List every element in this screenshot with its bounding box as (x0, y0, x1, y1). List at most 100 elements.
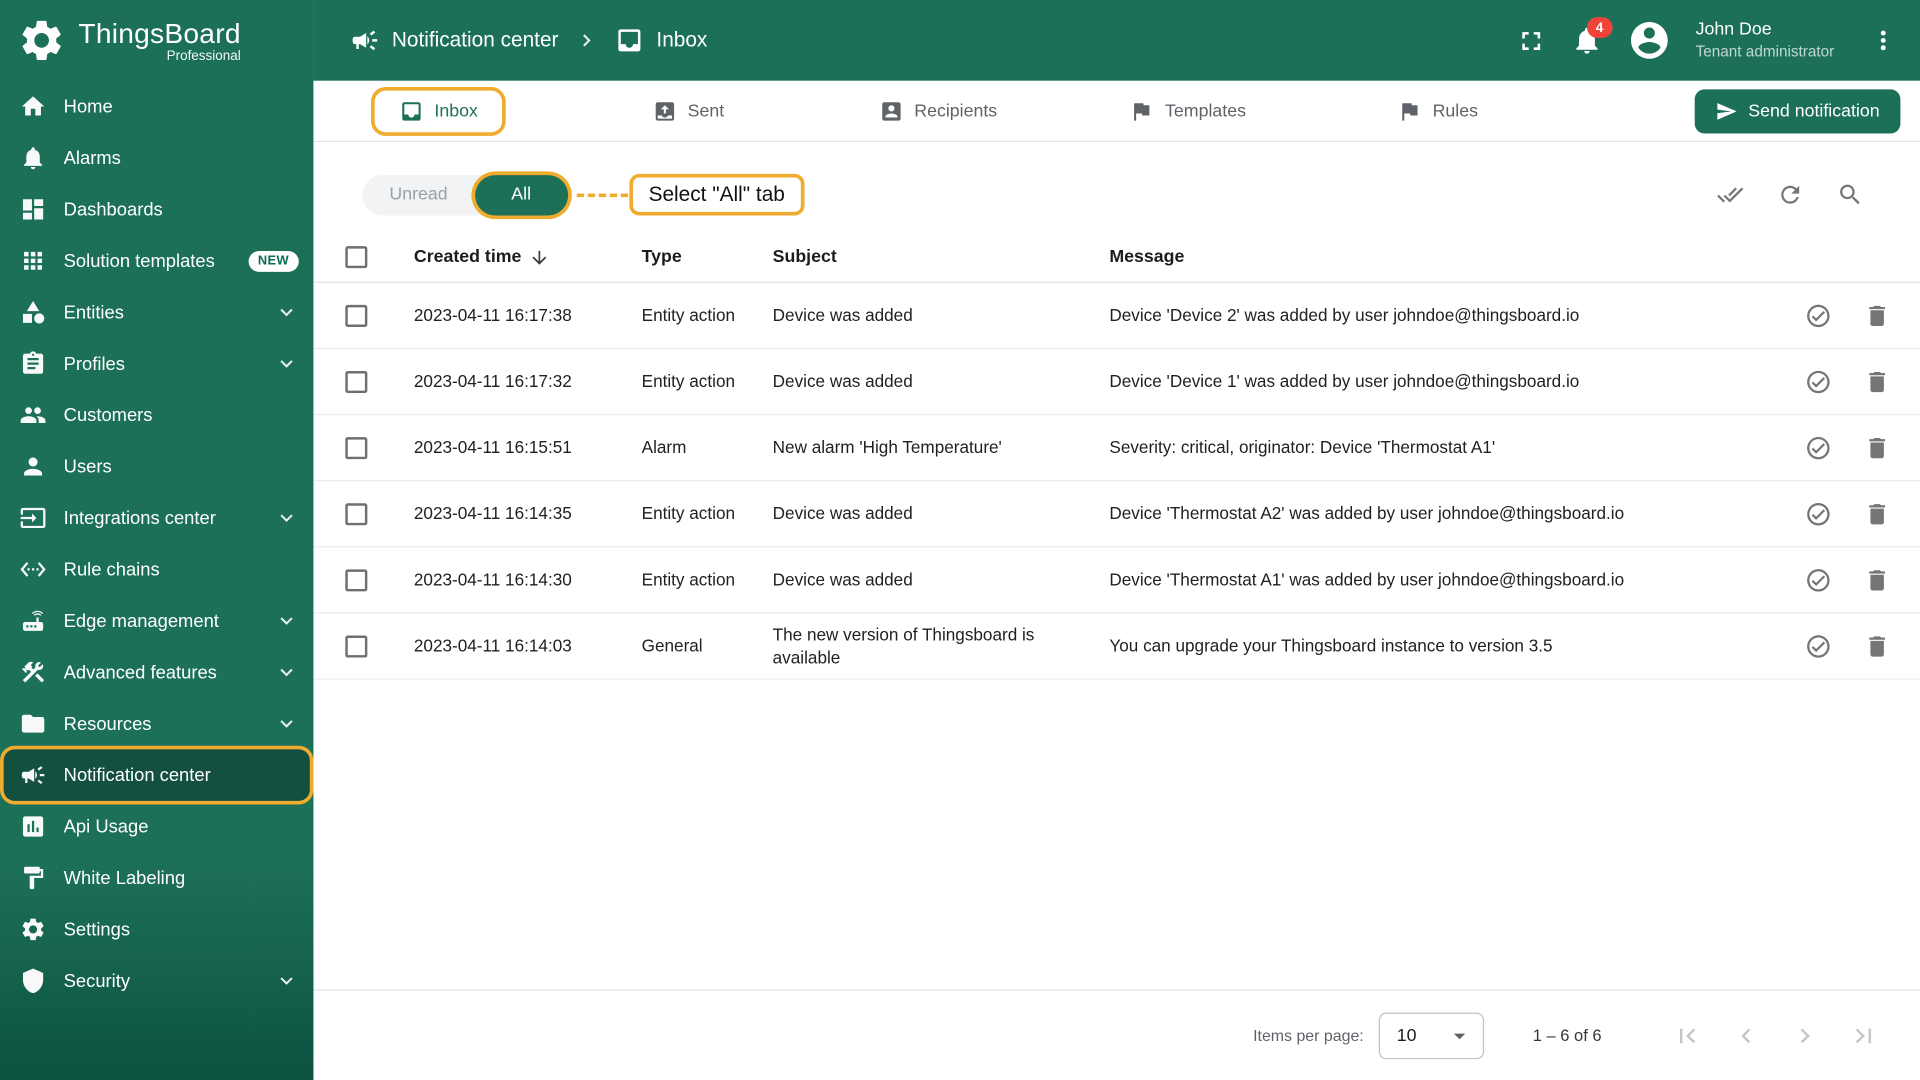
column-subject[interactable]: Subject (773, 247, 1110, 267)
sidebar-item-integrations-center[interactable]: Integrations center (0, 492, 313, 543)
sidebar-item-profiles[interactable]: Profiles (0, 338, 313, 389)
delete-notification-button[interactable] (1864, 566, 1891, 593)
mark-read-button[interactable] (1805, 368, 1832, 395)
row-checkbox[interactable] (345, 436, 368, 459)
tab-sent[interactable]: Sent (563, 81, 813, 141)
sidebar-item-rule-chains[interactable]: Rule chains (0, 544, 313, 595)
page-size-select[interactable]: 10 (1378, 1012, 1484, 1059)
sidebar-item-api-usage[interactable]: Api Usage (0, 801, 313, 852)
thingsboard-logo-icon (17, 16, 66, 65)
pagination-buttons (1673, 1021, 1879, 1050)
row-checkbox[interactable] (345, 634, 368, 657)
mark-all-read-button[interactable] (1717, 181, 1744, 208)
sidebar-item-users[interactable]: Users (0, 441, 313, 492)
sidebar-item-notification-center[interactable]: Notification center (3, 749, 310, 801)
tab-label: Rules (1432, 101, 1478, 121)
cell-subject: Device was added (772, 304, 913, 325)
sidebar-item-advanced-features[interactable]: Advanced features (0, 647, 313, 698)
chevron-down-icon (274, 351, 298, 375)
mark-read-button[interactable] (1805, 500, 1832, 527)
delete-notification-button[interactable] (1864, 368, 1891, 395)
first-page-button[interactable] (1673, 1021, 1702, 1050)
more-menu-button[interactable] (1869, 26, 1898, 55)
sidebar-item-alarms[interactable]: Alarms (0, 132, 313, 183)
tab-recipients[interactable]: Recipients (813, 81, 1063, 141)
sort-desc-icon (529, 247, 550, 268)
last-page-button[interactable] (1849, 1021, 1878, 1050)
send-notification-label: Send notification (1748, 101, 1880, 121)
sidebar-item-home[interactable]: Home (0, 81, 313, 132)
select-all-checkbox[interactable] (345, 246, 368, 269)
sidebar-item-label: Rule chains (63, 558, 160, 580)
sidebar-item-label: Home (63, 96, 113, 117)
mark-read-button[interactable] (1805, 302, 1832, 329)
annotation-connector (576, 192, 628, 197)
previous-page-button[interactable] (1731, 1021, 1760, 1050)
row-checkbox[interactable] (345, 502, 368, 525)
trash-icon (1864, 566, 1891, 593)
fullscreen-button[interactable] (1516, 25, 1547, 56)
send-notification-button[interactable]: Send notification (1694, 88, 1901, 133)
row-checkbox[interactable] (345, 304, 368, 327)
cell-message: Device 'Device 2' was added by user john… (1109, 304, 1580, 325)
chart-icon (20, 813, 47, 840)
sidebar-item-resources[interactable]: Resources (0, 698, 313, 749)
row-checkbox[interactable] (345, 568, 368, 591)
table-row: 2023-04-11 16:17:38 Entity action Device w… (313, 283, 1920, 349)
search-button[interactable] (1837, 181, 1864, 208)
mark-read-button[interactable] (1805, 632, 1832, 659)
sidebar-item-white-labeling[interactable]: White Labeling (0, 852, 313, 903)
row-checkbox[interactable] (345, 370, 368, 393)
templates-tab-icon (1130, 99, 1154, 123)
tab-pill: Sent (628, 90, 749, 132)
row-actions (1773, 500, 1891, 527)
check-circle-icon (1805, 368, 1832, 395)
page-size-value: 10 (1396, 1025, 1417, 1046)
settings-icon (20, 916, 47, 943)
column-message[interactable]: Message (1109, 247, 1773, 267)
inbox-icon (615, 26, 644, 55)
next-page-button[interactable] (1790, 1021, 1819, 1050)
column-created-time[interactable]: Created time (414, 247, 642, 268)
thingsboard-app: ThingsBoard Professional Home Alarms Dashb… (0, 0, 1920, 1080)
user-info[interactable]: John Doe Tenant administrator (1696, 19, 1835, 63)
tab-bar: Inbox Sent Recipients Templates Rules Send n… (313, 81, 1920, 143)
apps-icon (20, 247, 47, 274)
delete-notification-button[interactable] (1864, 632, 1891, 659)
delete-notification-button[interactable] (1864, 500, 1891, 527)
delete-notification-button[interactable] (1864, 434, 1891, 461)
tab-templates[interactable]: Templates (1063, 81, 1313, 141)
column-type[interactable]: Type (642, 247, 773, 267)
refresh-button[interactable] (1777, 181, 1804, 208)
sidebar-item-solution-templates[interactable]: Solution templates NEW (0, 235, 313, 286)
sidebar-item-security[interactable]: Security (0, 955, 313, 1006)
tab-rules[interactable]: Rules (1313, 81, 1563, 141)
filter-all-button[interactable]: All (474, 174, 568, 215)
table-header-row: Created time Type Subject Message (313, 233, 1920, 283)
delete-notification-button[interactable] (1864, 302, 1891, 329)
table-row: 2023-04-11 16:14:30 Entity action Device w… (313, 547, 1920, 614)
sidebar-item-settings[interactable]: Settings (0, 904, 313, 955)
sidebar-item-label: Edge management (63, 610, 219, 632)
breadcrumb-parent[interactable]: Notification center (392, 28, 559, 52)
sidebar-item-entities[interactable]: Entities (0, 287, 313, 338)
sidebar-item-edge-management[interactable]: Edge management (0, 595, 313, 646)
app-edition: Professional (166, 48, 241, 64)
sidebar-item-label: Notification center (63, 764, 211, 786)
filter-unread-button[interactable]: Unread (362, 174, 474, 214)
check-circle-icon (1805, 434, 1832, 461)
sidebar-item-label: Users (63, 456, 112, 477)
tab-inbox[interactable]: Inbox (313, 81, 563, 141)
user-avatar[interactable] (1627, 18, 1671, 62)
mark-read-button[interactable] (1805, 434, 1832, 461)
sidebar-item-customers[interactable]: Customers (0, 389, 313, 440)
sidebar-item-label: Alarms (63, 147, 121, 169)
check-circle-icon (1805, 500, 1832, 527)
logo[interactable]: ThingsBoard Professional (0, 0, 313, 81)
sidebar-item-dashboards[interactable]: Dashboards (0, 184, 313, 235)
mark-read-button[interactable] (1805, 566, 1832, 593)
dashboards-icon (20, 196, 47, 223)
notifications-bell-button[interactable]: 4 (1571, 17, 1613, 56)
cell-message: Device 'Thermostat A1' was added by user… (1109, 569, 1625, 590)
cell-type: Entity action (641, 304, 736, 325)
